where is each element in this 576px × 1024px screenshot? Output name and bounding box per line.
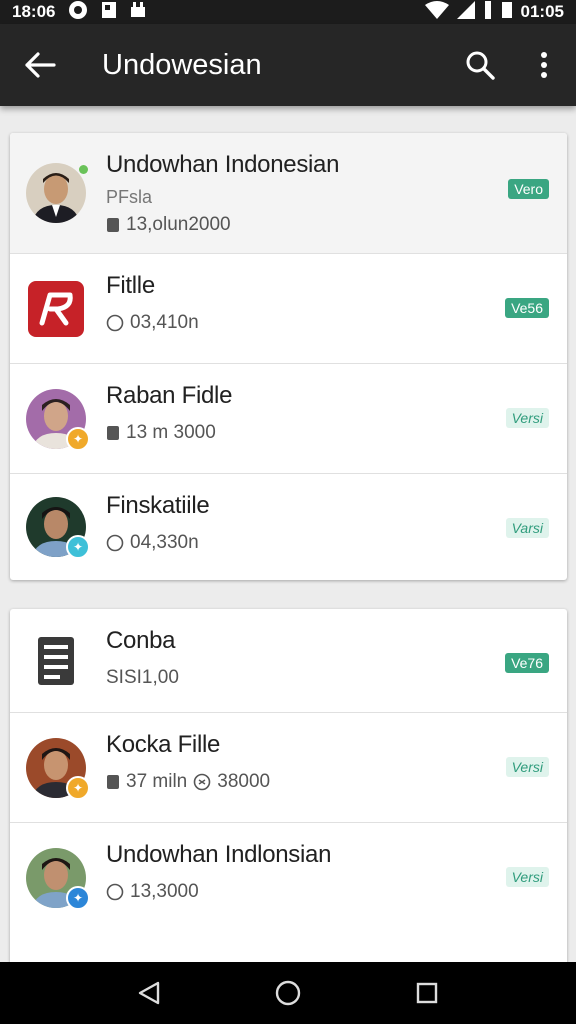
more-vert-icon — [541, 52, 547, 78]
file-list-card-1: Undowhan Indonesian PFsla 13,olun2000 Ve… — [10, 133, 567, 580]
signal-icon — [456, 0, 475, 24]
app-logo-icon — [26, 279, 86, 339]
home-nav-icon — [275, 980, 301, 1006]
nav-home-button[interactable] — [258, 962, 318, 1024]
list-item[interactable]: Fitlle 03,410n Ve56 — [10, 254, 567, 364]
verified-badge-icon: ✦ — [66, 886, 90, 910]
avatar: ✦ — [26, 497, 90, 559]
wifi-icon — [424, 0, 449, 24]
more-options-button[interactable] — [512, 24, 576, 106]
version-badge: Ve56 — [505, 298, 549, 318]
search-button[interactable] — [448, 24, 512, 106]
item-meta: 13,3000 — [130, 881, 199, 902]
star-badge-icon: ✦ — [66, 775, 90, 800]
version-badge: Versi — [505, 408, 549, 428]
status-bar: 18:06 01:05 — [0, 0, 576, 24]
nav-recents-button[interactable] — [397, 962, 457, 1024]
list-item[interactable]: ✦ Finskatiile 04,330n Varsi — [10, 474, 567, 580]
version-badge: Vero — [508, 179, 549, 199]
list-item[interactable]: Undowhan Indonesian PFsla 13,olun2000 Ve… — [10, 133, 567, 254]
item-meta-row: 13,3000 — [106, 881, 467, 903]
battery-icon — [483, 0, 493, 24]
back-nav-icon — [139, 981, 160, 1005]
download-icon — [193, 773, 211, 791]
search-icon — [466, 51, 495, 80]
item-meta-secondary: 38000 — [217, 771, 271, 792]
android-icon — [129, 1, 147, 24]
item-name: Kocka Fille — [106, 731, 221, 758]
item-meta: SISI1,00 — [106, 667, 179, 688]
verified-badge-icon: ✦ — [66, 535, 90, 559]
app-bar: Undowesian — [0, 24, 576, 106]
status-time-left: 18:06 — [12, 2, 56, 21]
back-arrow-icon — [25, 52, 56, 78]
page-title: Undowesian — [102, 48, 262, 81]
clock-icon — [106, 314, 124, 332]
clock-icon — [106, 883, 124, 901]
system-nav-bar — [0, 962, 576, 1024]
list-item[interactable]: ✦ Raban Fidle 13 m 3000 Versi — [10, 364, 567, 474]
version-badge: Versi — [505, 867, 549, 887]
version-badge: Ve76 — [505, 653, 549, 673]
item-name: Finskatiile — [106, 492, 210, 519]
item-meta: 13,olun2000 — [126, 214, 231, 235]
item-name: Undowhan Indonesian — [106, 151, 340, 178]
list-item[interactable]: ✦ Undowhan Indlonsian 13,3000 Versi — [10, 823, 567, 933]
item-meta: 04,330n — [130, 532, 199, 553]
item-name: Fitlle — [106, 272, 155, 299]
avatar: ✦ — [26, 388, 90, 451]
item-meta-row: 37 miln 38000 — [106, 771, 467, 793]
file-icon — [101, 1, 117, 24]
item-subtitle: PFsla — [106, 187, 153, 207]
list-item[interactable]: Conba SISI1,00 Ve76 — [10, 609, 567, 713]
nav-back-button[interactable] — [119, 962, 179, 1024]
storage-icon — [107, 775, 119, 789]
version-badge: Varsi — [505, 518, 549, 538]
back-button[interactable] — [0, 24, 80, 106]
online-indicator — [79, 165, 88, 174]
document-icon — [26, 631, 86, 691]
file-list-card-2: Conba SISI1,00 Ve76 ✦ Kocka Fille 37 mil… — [10, 609, 567, 969]
storage-icon — [107, 218, 119, 232]
item-meta-row: 03,410n — [106, 312, 467, 334]
avatar: ✦ — [26, 737, 90, 800]
item-meta: 37 miln — [126, 771, 188, 792]
item-name: Undowhan Indlonsian — [106, 841, 332, 868]
item-meta: 13 m 3000 — [126, 422, 216, 443]
avatar: ✦ — [26, 848, 90, 910]
item-meta-row: 04,330n — [106, 532, 467, 554]
sim-icon — [501, 1, 513, 24]
version-badge: Versi — [505, 757, 549, 777]
clock-icon — [106, 534, 124, 552]
list-item[interactable]: ✦ Kocka Fille 37 miln 38000 Versi — [10, 713, 567, 823]
avatar — [26, 163, 88, 223]
star-badge-icon: ✦ — [66, 426, 90, 451]
notification-icon — [67, 0, 89, 25]
item-meta-row: 13 m 3000 — [106, 422, 467, 444]
item-name: Raban Fidle — [106, 382, 233, 409]
item-meta: 03,410n — [130, 312, 199, 333]
item-name: Conba — [106, 627, 176, 654]
recents-nav-icon — [416, 982, 437, 1004]
status-time-right: 01:05 — [520, 2, 564, 21]
storage-icon — [107, 426, 119, 440]
